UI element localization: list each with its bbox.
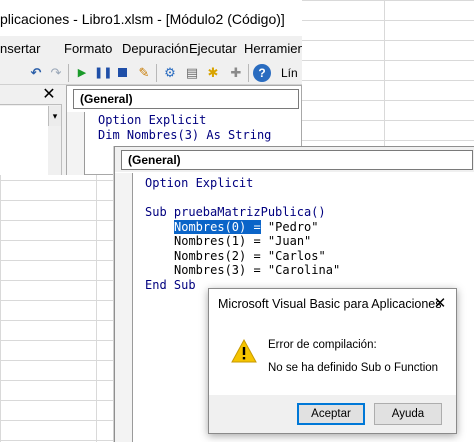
- menu-insertar[interactable]: nsertar: [0, 41, 40, 56]
- toolbar: ↶ ↷ ▶ ❚❚ ✎ ⚙ ▤ ✱ ✚ ? Lín: [0, 60, 302, 85]
- error-heading: Error de compilación:: [268, 339, 377, 351]
- selected-code[interactable]: Nombres(0) =: [174, 219, 261, 234]
- project-panel: ✕ ▾: [0, 85, 62, 175]
- dialog-footer: Aceptar Ayuda: [209, 395, 456, 433]
- design-mode-icon[interactable]: ✎: [136, 65, 152, 81]
- menu-bar: nsertar Formato Depuración Ejecutar Herr…: [0, 36, 302, 60]
- code-line: Option Explicit: [98, 113, 207, 127]
- code-margin: [67, 112, 85, 175]
- error-dialog: Microsoft Visual Basic para Aplicaciones…: [208, 288, 457, 434]
- toolbar-separator: [68, 64, 69, 82]
- toolbar-separator: [156, 64, 157, 82]
- code-line: Nombres(3) = "Carolina": [174, 263, 341, 278]
- toolbar-separator: [248, 64, 249, 82]
- project-tree[interactable]: [0, 106, 48, 175]
- menu-depuracion[interactable]: Depuración: [122, 41, 189, 56]
- toolbox-icon[interactable]: ✚: [228, 65, 244, 81]
- code-margin: [115, 173, 133, 442]
- properties-icon[interactable]: ▤: [184, 65, 200, 81]
- dialog-body: Error de compilación: No se ha definido …: [209, 319, 456, 395]
- stop-icon[interactable]: [114, 65, 130, 81]
- project-explorer-icon[interactable]: ⚙: [162, 65, 178, 81]
- error-message: No se ha definido Sub o Function: [268, 362, 439, 374]
- close-icon[interactable]: ✕: [40, 86, 58, 104]
- undo-icon[interactable]: ↶: [28, 65, 44, 81]
- redo-icon[interactable]: ↷: [48, 65, 64, 81]
- code-window-toolbar: (General): [115, 147, 474, 172]
- warning-icon: [231, 339, 257, 363]
- help-icon[interactable]: ?: [253, 64, 271, 82]
- project-panel-header: ✕: [0, 85, 62, 105]
- code-line: Sub pruebaMatrizPublica(): [145, 205, 326, 219]
- menu-formato[interactable]: Formato: [64, 41, 112, 56]
- code-line: Nombres(0) = "Pedro": [174, 219, 319, 235]
- pause-icon[interactable]: ❚❚: [94, 65, 112, 81]
- code-line: Option Explicit: [145, 176, 254, 190]
- line-label: Lín: [281, 66, 298, 80]
- run-icon[interactable]: ▶: [74, 65, 90, 81]
- menu-ejecutar[interactable]: Ejecutar: [189, 41, 237, 56]
- menu-herramientas[interactable]: Herramient: [244, 41, 302, 56]
- object-browser-icon[interactable]: ✱: [205, 65, 221, 81]
- window-title: plicaciones - Libro1.xlsm - [Módulo2 (Có…: [0, 0, 302, 36]
- code-text: "Pedro": [260, 219, 319, 234]
- help-button[interactable]: Ayuda: [374, 403, 442, 425]
- close-icon[interactable]: ✕: [431, 295, 449, 313]
- object-combo[interactable]: (General): [121, 150, 473, 170]
- dialog-title: Microsoft Visual Basic para Aplicaciones: [209, 289, 456, 319]
- scrollbar[interactable]: ▾: [48, 106, 61, 126]
- ok-button[interactable]: Aceptar: [297, 403, 365, 425]
- code-line: End Sub: [145, 278, 196, 292]
- code-line: Nombres(2) = "Carlos": [174, 248, 326, 263]
- object-combo[interactable]: (General): [73, 89, 299, 109]
- code-line: Dim Nombres(3) As String: [98, 127, 272, 142]
- code-line: Nombres(1) = "Juan": [174, 234, 312, 249]
